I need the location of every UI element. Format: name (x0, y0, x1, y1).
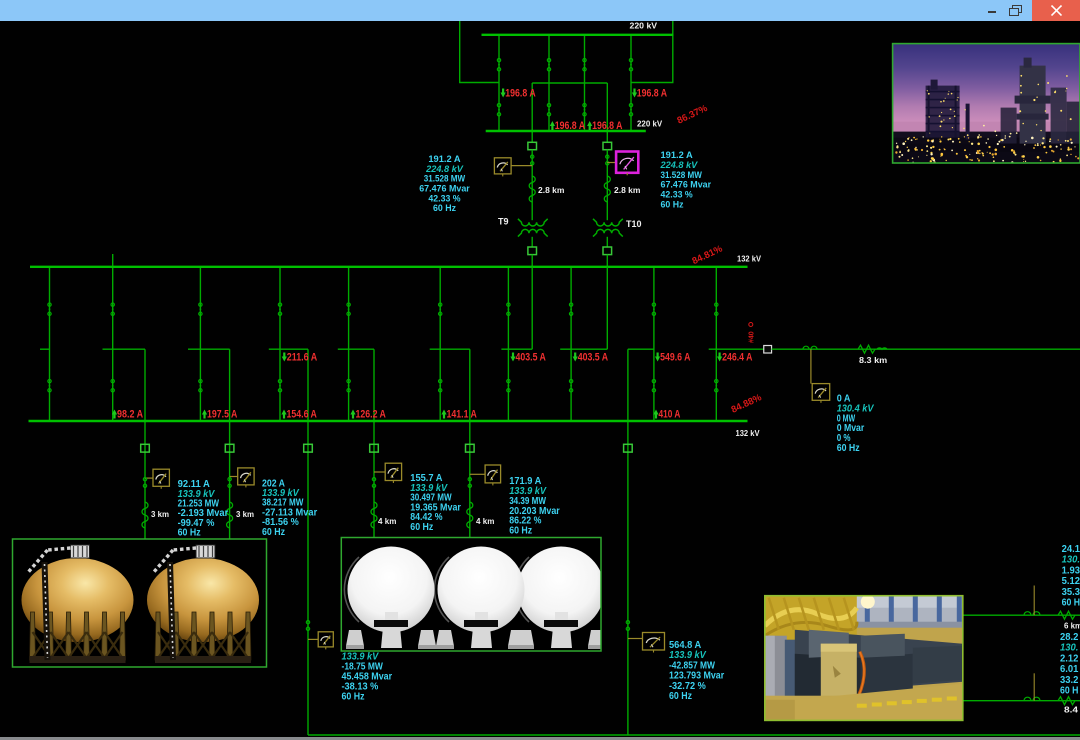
svg-text:8.3 km: 8.3 km (859, 356, 887, 365)
svg-text:4 km: 4 km (378, 517, 396, 526)
svg-text:197.5 A: 197.5 A (207, 408, 237, 420)
svg-text:67.476 Mvar: 67.476 Mvar (419, 184, 470, 194)
svg-text:86.37%: 86.37% (676, 103, 710, 127)
svg-text:60 Hz: 60 Hz (410, 522, 433, 533)
svg-text:191.2 A: 191.2 A (661, 150, 693, 160)
svg-text:220 kV: 220 kV (637, 119, 663, 128)
svg-text:60 H: 60 H (1060, 686, 1078, 697)
svg-text:211.6 A: 211.6 A (287, 351, 317, 363)
svg-text:154.6 A: 154.6 A (287, 408, 317, 420)
svg-text:132 kV: 132 kV (737, 255, 762, 264)
svg-text:#40: #40 (748, 331, 755, 343)
svg-text:28.2: 28.2 (1060, 632, 1079, 643)
svg-text:67.476 Mvar: 67.476 Mvar (661, 180, 712, 190)
svg-text:196.8 A: 196.8 A (505, 88, 535, 100)
svg-text:98.2 A: 98.2 A (117, 408, 143, 420)
svg-text:224.8 kV: 224.8 kV (425, 164, 464, 174)
svg-text:31.528 MW: 31.528 MW (661, 170, 703, 180)
svg-text:141.1 A: 141.1 A (447, 408, 477, 420)
svg-text:196.8 A: 196.8 A (637, 88, 667, 100)
svg-text:3 km: 3 km (151, 510, 169, 519)
svg-text:60 Hz: 60 Hz (837, 443, 860, 454)
svg-text:5.12: 5.12 (1062, 576, 1080, 587)
svg-text:60 Hz: 60 Hz (433, 203, 456, 213)
svg-text:T9: T9 (498, 217, 509, 227)
svg-text:2.12: 2.12 (1060, 653, 1079, 664)
svg-text:84.88%: 84.88% (730, 392, 764, 416)
svg-text:130.: 130. (1060, 643, 1078, 654)
svg-text:2.8 km: 2.8 km (614, 186, 640, 195)
svg-text:60 Hz: 60 Hz (178, 528, 201, 539)
svg-text:60 Hz: 60 Hz (661, 200, 684, 210)
svg-text:60 Hz: 60 Hz (262, 527, 285, 538)
svg-text:33.2: 33.2 (1060, 675, 1079, 686)
svg-text:224.8 kV: 224.8 kV (660, 160, 699, 170)
svg-text:35.3: 35.3 (1062, 587, 1080, 598)
svg-text:4 km: 4 km (476, 517, 494, 526)
svg-text:191.2 A: 191.2 A (428, 154, 460, 164)
svg-text:T10: T10 (626, 219, 642, 229)
svg-text:24.1: 24.1 (1062, 544, 1080, 555)
svg-text:8.4 k: 8.4 k (1064, 706, 1080, 715)
svg-text:2.8 km: 2.8 km (538, 186, 564, 195)
svg-text:1.93: 1.93 (1062, 565, 1080, 576)
svg-text:60 Hz: 60 Hz (342, 691, 365, 702)
svg-text:410 A: 410 A (659, 408, 681, 420)
svg-text:31.528 MW: 31.528 MW (424, 174, 466, 184)
svg-text:6.01: 6.01 (1060, 664, 1079, 675)
svg-text:403.5 A: 403.5 A (578, 351, 608, 363)
svg-text:130.: 130. (1062, 555, 1080, 566)
svg-text:132 kV: 132 kV (736, 429, 761, 438)
svg-text:246.4 A: 246.4 A (722, 351, 752, 363)
svg-text:6 km: 6 km (1064, 622, 1080, 631)
svg-text:84.81%: 84.81% (691, 243, 725, 267)
svg-text:196.8 A: 196.8 A (592, 120, 622, 132)
svg-text:126.2 A: 126.2 A (356, 408, 386, 420)
svg-text:549.6 A: 549.6 A (660, 351, 690, 363)
svg-text:60 Hz: 60 Hz (669, 691, 692, 702)
svg-text:403.5 A: 403.5 A (516, 351, 546, 363)
svg-text:220 kV: 220 kV (630, 22, 658, 31)
svg-text:60 Hz: 60 Hz (509, 526, 532, 537)
svg-text:3 km: 3 km (236, 510, 254, 519)
svg-text:42.33 %: 42.33 % (428, 193, 461, 203)
svg-text:42.33 %: 42.33 % (661, 190, 694, 200)
svg-text:60 H: 60 H (1062, 598, 1080, 609)
svg-text:196.8 A: 196.8 A (555, 120, 585, 132)
